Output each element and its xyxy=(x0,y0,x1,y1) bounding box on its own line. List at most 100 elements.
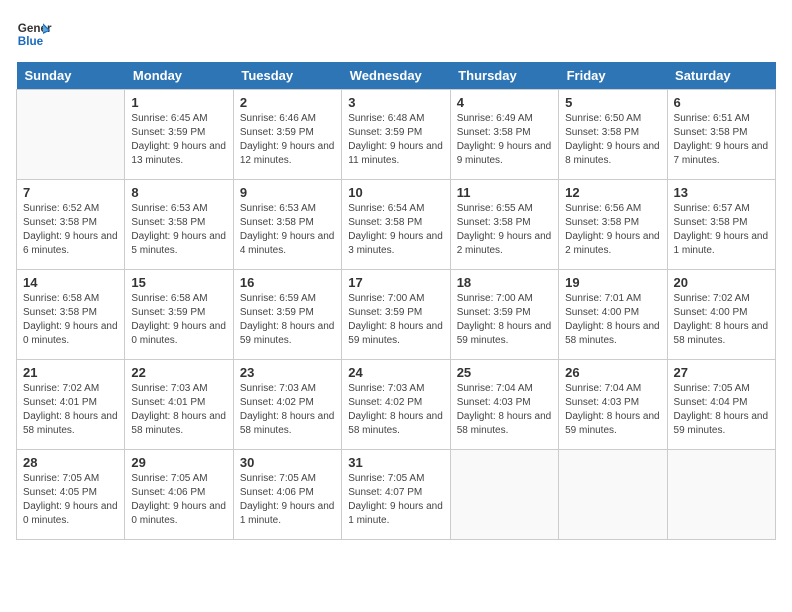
day-number: 31 xyxy=(348,455,443,470)
day-info: Sunrise: 7:04 AMSunset: 4:03 PMDaylight:… xyxy=(565,382,660,438)
day-number: 25 xyxy=(457,365,552,380)
calendar-cell: 1 Sunrise: 6:45 AMSunset: 3:59 PMDaylight… xyxy=(125,90,233,180)
day-number: 4 xyxy=(457,95,552,110)
header-row: SundayMondayTuesdayWednesdayThursdayFrid… xyxy=(17,62,776,90)
calendar-cell: 30 Sunrise: 7:05 AMSunset: 4:06 PMDayligh… xyxy=(233,450,341,540)
calendar-cell: 31 Sunrise: 7:05 AMSunset: 4:07 PMDayligh… xyxy=(342,450,450,540)
day-info: Sunrise: 6:51 AMSunset: 3:58 PMDaylight:… xyxy=(674,112,769,168)
day-info: Sunrise: 6:57 AMSunset: 3:58 PMDaylight:… xyxy=(674,202,769,258)
day-number: 29 xyxy=(131,455,226,470)
day-info: Sunrise: 7:02 AMSunset: 4:00 PMDaylight:… xyxy=(674,292,769,348)
day-number: 6 xyxy=(674,95,769,110)
calendar-cell: 29 Sunrise: 7:05 AMSunset: 4:06 PMDayligh… xyxy=(125,450,233,540)
calendar-cell: 13 Sunrise: 6:57 AMSunset: 3:58 PMDayligh… xyxy=(667,180,775,270)
calendar-cell: 19 Sunrise: 7:01 AMSunset: 4:00 PMDayligh… xyxy=(559,270,667,360)
logo: General Blue xyxy=(16,16,52,52)
day-info: Sunrise: 6:59 AMSunset: 3:59 PMDaylight:… xyxy=(240,292,335,348)
day-number: 28 xyxy=(23,455,118,470)
day-info: Sunrise: 6:45 AMSunset: 3:59 PMDaylight:… xyxy=(131,112,226,168)
day-info: Sunrise: 7:04 AMSunset: 4:03 PMDaylight:… xyxy=(457,382,552,438)
logo-icon: General Blue xyxy=(16,16,52,52)
calendar-cell: 11 Sunrise: 6:55 AMSunset: 3:58 PMDayligh… xyxy=(450,180,558,270)
day-info: Sunrise: 7:05 AMSunset: 4:06 PMDaylight:… xyxy=(131,472,226,528)
calendar-cell: 24 Sunrise: 7:03 AMSunset: 4:02 PMDayligh… xyxy=(342,360,450,450)
calendar-table: SundayMondayTuesdayWednesdayThursdayFrid… xyxy=(16,62,776,540)
day-info: Sunrise: 6:55 AMSunset: 3:58 PMDaylight:… xyxy=(457,202,552,258)
header-thursday: Thursday xyxy=(450,62,558,90)
day-info: Sunrise: 6:53 AMSunset: 3:58 PMDaylight:… xyxy=(240,202,335,258)
week-row: 7 Sunrise: 6:52 AMSunset: 3:58 PMDaylight… xyxy=(17,180,776,270)
day-number: 22 xyxy=(131,365,226,380)
day-number: 19 xyxy=(565,275,660,290)
calendar-cell: 5Sunrise: 6:50 AMSunset: 3:58 PMDaylight… xyxy=(559,90,667,180)
calendar-cell: 22 Sunrise: 7:03 AMSunset: 4:01 PMDayligh… xyxy=(125,360,233,450)
day-number: 18 xyxy=(457,275,552,290)
calendar-cell: 7 Sunrise: 6:52 AMSunset: 3:58 PMDaylight… xyxy=(17,180,125,270)
day-number: 11 xyxy=(457,185,552,200)
header-monday: Monday xyxy=(125,62,233,90)
calendar-cell: 4 Sunrise: 6:49 AMSunset: 3:58 PMDaylight… xyxy=(450,90,558,180)
calendar-cell: 23 Sunrise: 7:03 AMSunset: 4:02 PMDayligh… xyxy=(233,360,341,450)
day-number: 8 xyxy=(131,185,226,200)
day-number: 3 xyxy=(348,95,443,110)
calendar-cell xyxy=(450,450,558,540)
calendar-cell: 15 Sunrise: 6:58 AMSunset: 3:59 PMDayligh… xyxy=(125,270,233,360)
day-info: Sunrise: 7:05 AMSunset: 4:07 PMDaylight:… xyxy=(348,472,443,528)
day-info: Sunrise: 6:58 AMSunset: 3:58 PMDaylight:… xyxy=(23,292,118,348)
day-number: 30 xyxy=(240,455,335,470)
day-info: Sunrise: 7:03 AMSunset: 4:01 PMDaylight:… xyxy=(131,382,226,438)
day-number: 17 xyxy=(348,275,443,290)
calendar-cell: 26 Sunrise: 7:04 AMSunset: 4:03 PMDayligh… xyxy=(559,360,667,450)
week-row: 28Sunrise: 7:05 AMSunset: 4:05 PMDayligh… xyxy=(17,450,776,540)
day-number: 20 xyxy=(674,275,769,290)
day-info: Sunrise: 7:05 AMSunset: 4:04 PMDaylight:… xyxy=(674,382,769,438)
calendar-cell: 21 Sunrise: 7:02 AMSunset: 4:01 PMDayligh… xyxy=(17,360,125,450)
day-info: Sunrise: 7:01 AMSunset: 4:00 PMDaylight:… xyxy=(565,292,660,348)
day-number: 13 xyxy=(674,185,769,200)
day-number: 21 xyxy=(23,365,118,380)
day-number: 24 xyxy=(348,365,443,380)
week-row: 14Sunrise: 6:58 AMSunset: 3:58 PMDayligh… xyxy=(17,270,776,360)
calendar-cell: 14Sunrise: 6:58 AMSunset: 3:58 PMDayligh… xyxy=(17,270,125,360)
day-number: 2 xyxy=(240,95,335,110)
day-info: Sunrise: 7:05 AMSunset: 4:06 PMDaylight:… xyxy=(240,472,335,528)
calendar-cell: 9Sunrise: 6:53 AMSunset: 3:58 PMDaylight… xyxy=(233,180,341,270)
day-info: Sunrise: 7:00 AMSunset: 3:59 PMDaylight:… xyxy=(348,292,443,348)
day-info: Sunrise: 7:02 AMSunset: 4:01 PMDaylight:… xyxy=(23,382,118,438)
day-info: Sunrise: 6:46 AMSunset: 3:59 PMDaylight:… xyxy=(240,112,335,168)
calendar-cell: 16Sunrise: 6:59 AMSunset: 3:59 PMDayligh… xyxy=(233,270,341,360)
day-info: Sunrise: 6:49 AMSunset: 3:58 PMDaylight:… xyxy=(457,112,552,168)
week-row: 1 Sunrise: 6:45 AMSunset: 3:59 PMDaylight… xyxy=(17,90,776,180)
calendar-cell xyxy=(559,450,667,540)
header-sunday: Sunday xyxy=(17,62,125,90)
day-number: 15 xyxy=(131,275,226,290)
calendar-cell: 10 Sunrise: 6:54 AMSunset: 3:58 PMDayligh… xyxy=(342,180,450,270)
day-number: 1 xyxy=(131,95,226,110)
day-number: 27 xyxy=(674,365,769,380)
calendar-cell: 20 Sunrise: 7:02 AMSunset: 4:00 PMDayligh… xyxy=(667,270,775,360)
calendar-cell: 28Sunrise: 7:05 AMSunset: 4:05 PMDayligh… xyxy=(17,450,125,540)
day-info: Sunrise: 6:58 AMSunset: 3:59 PMDaylight:… xyxy=(131,292,226,348)
day-number: 12 xyxy=(565,185,660,200)
calendar-cell xyxy=(17,90,125,180)
calendar-cell: 8Sunrise: 6:53 AMSunset: 3:58 PMDaylight… xyxy=(125,180,233,270)
day-info: Sunrise: 6:50 AMSunset: 3:58 PMDaylight:… xyxy=(565,112,660,168)
calendar-cell: 25 Sunrise: 7:04 AMSunset: 4:03 PMDayligh… xyxy=(450,360,558,450)
day-info: Sunrise: 7:03 AMSunset: 4:02 PMDaylight:… xyxy=(240,382,335,438)
calendar-cell: 6 Sunrise: 6:51 AMSunset: 3:58 PMDaylight… xyxy=(667,90,775,180)
header-wednesday: Wednesday xyxy=(342,62,450,90)
day-number: 26 xyxy=(565,365,660,380)
day-number: 10 xyxy=(348,185,443,200)
header-saturday: Saturday xyxy=(667,62,775,90)
calendar-cell: 3 Sunrise: 6:48 AMSunset: 3:59 PMDaylight… xyxy=(342,90,450,180)
day-number: 23 xyxy=(240,365,335,380)
day-number: 7 xyxy=(23,185,118,200)
svg-text:Blue: Blue xyxy=(18,35,44,48)
calendar-cell: 17 Sunrise: 7:00 AMSunset: 3:59 PMDayligh… xyxy=(342,270,450,360)
day-info: Sunrise: 6:54 AMSunset: 3:58 PMDaylight:… xyxy=(348,202,443,258)
day-info: Sunrise: 6:48 AMSunset: 3:59 PMDaylight:… xyxy=(348,112,443,168)
day-info: Sunrise: 7:03 AMSunset: 4:02 PMDaylight:… xyxy=(348,382,443,438)
header-friday: Friday xyxy=(559,62,667,90)
calendar-cell: 12Sunrise: 6:56 AMSunset: 3:58 PMDayligh… xyxy=(559,180,667,270)
day-info: Sunrise: 6:52 AMSunset: 3:58 PMDaylight:… xyxy=(23,202,118,258)
